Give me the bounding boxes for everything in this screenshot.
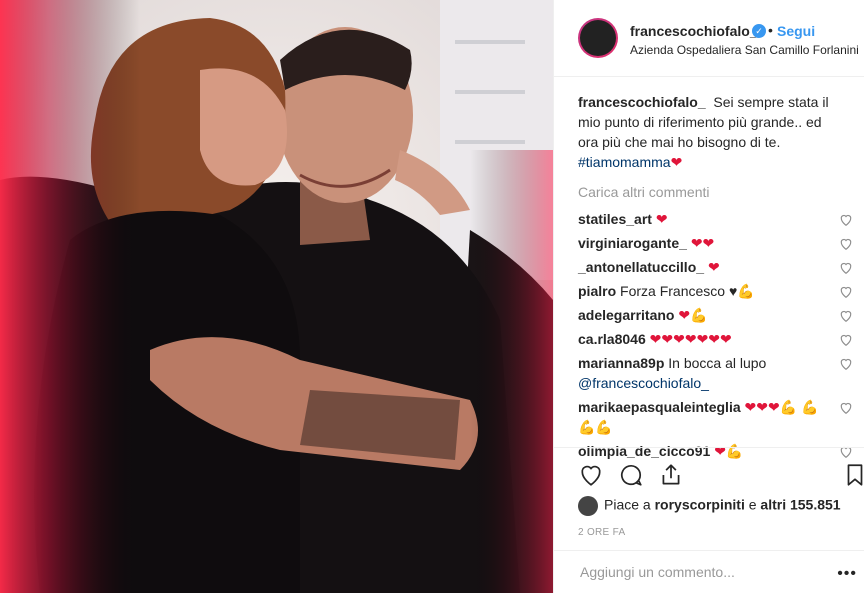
comment-like-heart-icon[interactable] [839,285,853,299]
liker-avatar[interactable] [578,496,598,516]
share-icon[interactable] [658,462,684,488]
comments-list: francescochiofalo_ Sei sempre stata il m… [578,92,853,465]
likes-others-count[interactable]: altri 155.851 [760,497,840,513]
load-more-comments-button[interactable]: Carica altri commenti [578,184,853,200]
caption: francescochiofalo_ Sei sempre stata il m… [578,92,853,172]
comment-username[interactable]: pialro [578,283,616,299]
likes-summary: Piace a roryscorpiniti e altri 155.851 [578,496,841,516]
separator-dot: • [768,22,773,38]
verified-badge-icon: ✓ [752,24,766,38]
bookmark-icon[interactable] [842,462,864,488]
comment-row: statiles_art ❤ [578,209,853,229]
header-username[interactable]: francescochiofalo_ [630,23,758,39]
heart-icon[interactable] [578,462,604,488]
post-header: francescochiofalo_ ✓ • Segui Azienda Osp… [554,0,864,77]
comment-username[interactable]: olimpia_de_cicco91 [578,443,710,459]
comment-username[interactable]: marianna89p [578,355,664,371]
user-avatar[interactable] [578,18,618,58]
comment-text: ❤ [655,211,668,227]
comment-row: _antonellatuccillo_ ❤ [578,257,853,277]
comment-like-heart-icon[interactable] [839,333,853,347]
comment-text: ❤❤ [690,235,715,251]
likes-middle: e [744,496,761,513]
comment-text: ❤💪 [678,307,708,323]
comment-username[interactable]: ca.rla8046 [578,331,646,347]
comment-username[interactable]: _antonellatuccillo_ [578,259,704,275]
comment-like-heart-icon[interactable] [839,357,853,371]
location-link[interactable]: Azienda Ospedaliera San Camillo Forlanin… [630,43,859,57]
caption-username[interactable]: francescochiofalo_ [578,94,706,110]
comment-text: Forza Francesco ♥💪 [616,283,755,299]
caption-emoji: ❤ [670,154,683,170]
comment-text: ❤💪 [714,443,744,459]
comment-text: In bocca al lupo [664,355,767,371]
comment-input[interactable] [578,563,832,581]
comment-like-heart-icon[interactable] [839,309,853,323]
likes-prefix: Piace a [604,496,655,513]
comment-row: pialro Forza Francesco ♥💪 [578,281,853,301]
more-options-icon[interactable]: ••• [837,565,857,583]
comment-username[interactable]: statiles_art [578,211,652,227]
comment-row: marianna89p In bocca al lupo @francescoch… [578,353,853,393]
post-side-panel: francescochiofalo_ ✓ • Segui Azienda Osp… [553,0,864,593]
comment-row: marikaepasqualeinteglia ❤❤❤💪 💪💪💪 [578,397,853,437]
avatar-image [580,20,616,56]
comment-username[interactable]: virginiarogante_ [578,235,687,251]
liker-username[interactable]: roryscorpiniti [655,497,745,513]
comment-row: olimpia_de_cicco91 ❤💪 [578,441,853,461]
comment-username[interactable]: marikaepasqualeinteglia [578,399,741,415]
comment-like-heart-icon[interactable] [839,213,853,227]
comment-like-heart-icon[interactable] [839,401,853,415]
comment-row: adelegarritano ❤💪 [578,305,853,325]
post-timestamp[interactable]: 2 ORE FA [578,527,625,538]
comment-username[interactable]: adelegarritano [578,307,674,323]
follow-button[interactable]: Segui [777,23,815,39]
comment-container: statiles_art ❤ virginiarogante_ ❤❤ _antone… [578,209,853,461]
action-bar [554,447,864,486]
post-photo[interactable] [0,0,553,593]
comment-text: ❤❤❤❤❤❤❤ [649,331,732,347]
add-comment-bar: ••• [554,550,864,594]
comment-row: ca.rla8046 ❤❤❤❤❤❤❤ [578,329,853,349]
comment-mention[interactable]: @francescochiofalo_ [578,375,709,391]
comment-text: ❤ [707,259,720,275]
comment-icon[interactable] [618,462,644,488]
comment-row: virginiarogante_ ❤❤ [578,233,853,253]
caption-hashtag[interactable]: #tiamomamma [578,154,671,170]
comment-like-heart-icon[interactable] [839,261,853,275]
comment-like-heart-icon[interactable] [839,237,853,251]
